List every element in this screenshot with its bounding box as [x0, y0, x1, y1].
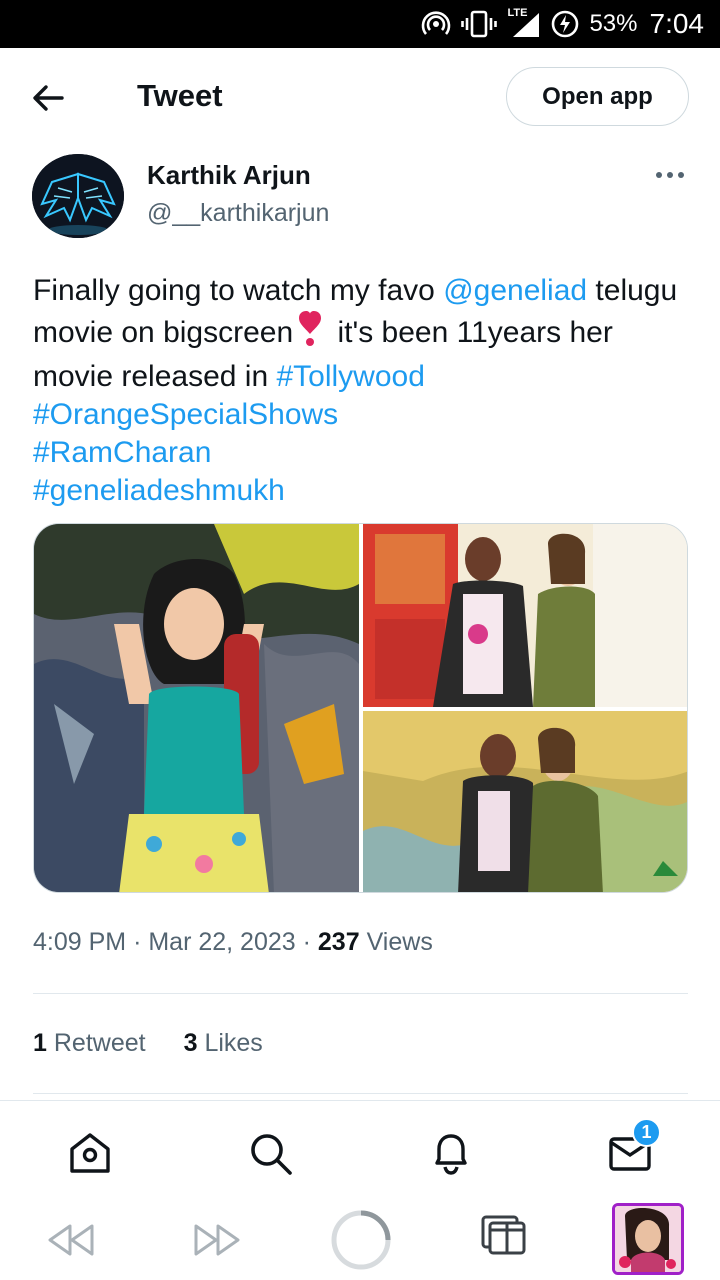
hashtag-link[interactable]: #Tollywood [276, 360, 424, 393]
clock: 7:04 [649, 8, 705, 39]
divider [33, 993, 688, 994]
battery-level: 53% [589, 10, 638, 37]
views-count: 237 [317, 928, 360, 956]
mention-link[interactable]: @geneliad [443, 274, 587, 307]
tweet-time[interactable]: 4:09 PM [33, 928, 126, 956]
home-icon [70, 1133, 110, 1173]
search-icon [251, 1134, 292, 1175]
more-options-button[interactable] [650, 160, 690, 190]
nav-search[interactable] [246, 1129, 294, 1177]
tweet-photo[interactable] [363, 524, 687, 707]
retweets-label: Retweet [53, 1029, 146, 1057]
tweet-media-grid [33, 523, 688, 893]
tweet-text-part: Finally going to watch my favo [33, 274, 444, 307]
hashtag-link[interactable]: #RamCharan [33, 436, 211, 469]
bottom-navigation [0, 1100, 720, 1200]
likes-count: 3 [183, 1029, 198, 1057]
tabs-icon [481, 1215, 526, 1255]
vibrate-icon [461, 9, 498, 39]
arrow-left-icon [33, 85, 64, 111]
back-button[interactable] [28, 78, 68, 118]
likes-stat[interactable]: 3 Likes [184, 1029, 263, 1058]
tweet-photo[interactable] [34, 524, 359, 892]
likes-label: Likes [204, 1029, 263, 1057]
author-name[interactable]: Karthik Arjun [147, 160, 311, 191]
separator: · [302, 928, 311, 956]
fast-forward-icon [194, 1224, 240, 1256]
tweet-photo[interactable] [363, 711, 687, 892]
tweet-stats: 1 Retweet 3 Likes [33, 1029, 263, 1058]
page-title: Tweet [137, 78, 223, 113]
tweet-date[interactable]: Mar 22, 2023 [148, 928, 295, 956]
more-icon [656, 172, 684, 178]
author-handle[interactable]: @__karthikarjun [147, 199, 329, 228]
hashtag-link[interactable]: #geneliadeshmukh [33, 474, 285, 507]
rewind-button[interactable] [46, 1220, 96, 1265]
notifications-icon [435, 1134, 467, 1175]
battery-charging-icon [551, 10, 579, 38]
nav-notifications[interactable] [427, 1129, 475, 1177]
status-bar: LTE 53% 7:04 [0, 0, 720, 48]
tweet-meta: 4:09 PM · Mar 22, 2023 · 237 Views [33, 928, 433, 957]
tweet-text: Finally going to watch my favo @geneliad… [33, 272, 693, 510]
open-app-button[interactable]: Open app [506, 67, 689, 126]
retweets-stat[interactable]: 1 Retweet [33, 1029, 146, 1058]
nav-home[interactable] [66, 1129, 114, 1177]
loading-spinner-icon [331, 1210, 391, 1270]
signal-icon: LTE [507, 7, 541, 39]
retweets-count: 1 [33, 1029, 47, 1057]
loading-indicator [330, 1209, 392, 1276]
hotspot-icon [421, 9, 451, 39]
tab-thumbnail[interactable] [612, 1203, 684, 1275]
divider [33, 1093, 688, 1094]
header: Tweet Open app [0, 48, 720, 146]
fast-forward-button[interactable] [192, 1220, 242, 1265]
messages-badge: 1 [632, 1118, 661, 1147]
rewind-icon [48, 1224, 94, 1256]
separator: · [133, 928, 142, 956]
views-label: Views [366, 928, 433, 956]
heart-exclamation-icon [297, 310, 323, 358]
tabs-button[interactable] [480, 1214, 528, 1261]
avatar[interactable] [32, 154, 124, 238]
hashtag-link[interactable]: #OrangeSpecialShows [33, 398, 338, 431]
